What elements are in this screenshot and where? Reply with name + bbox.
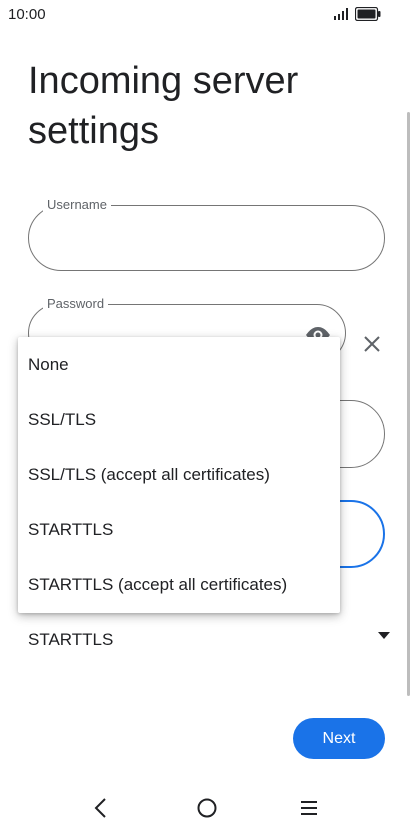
username-label: Username: [43, 197, 111, 213]
back-icon[interactable]: [92, 797, 110, 819]
status-time: 10:00: [8, 6, 46, 23]
menu-icon[interactable]: [299, 799, 319, 817]
password-label: Password: [43, 296, 109, 312]
home-icon[interactable]: [196, 797, 218, 819]
security-selected-value: STARTTLS: [28, 630, 114, 649]
next-button[interactable]: Next: [293, 718, 385, 759]
scrollbar[interactable]: [407, 112, 410, 696]
menu-item-starttls-accept-all[interactable]: STARTTLS (accept all certificates): [18, 557, 340, 612]
security-select[interactable]: STARTTLS: [18, 620, 390, 650]
navigation-bar: [0, 780, 413, 835]
status-bar: 10:00: [0, 0, 413, 28]
username-field[interactable]: Username: [28, 197, 385, 271]
security-dropdown-menu: None SSL/TLS SSL/TLS (accept all certifi…: [18, 337, 340, 613]
signal-icon: [334, 8, 348, 20]
battery-icon: [355, 7, 381, 21]
menu-item-ssl-tls-accept-all[interactable]: SSL/TLS (accept all certificates): [18, 447, 340, 502]
chevron-down-icon: [378, 632, 390, 639]
menu-item-ssl-tls[interactable]: SSL/TLS: [18, 392, 340, 447]
menu-item-starttls[interactable]: STARTTLS: [18, 502, 340, 557]
menu-item-none[interactable]: None: [18, 337, 340, 392]
page-title: Incoming server settings: [28, 60, 299, 152]
close-icon[interactable]: [361, 333, 383, 355]
